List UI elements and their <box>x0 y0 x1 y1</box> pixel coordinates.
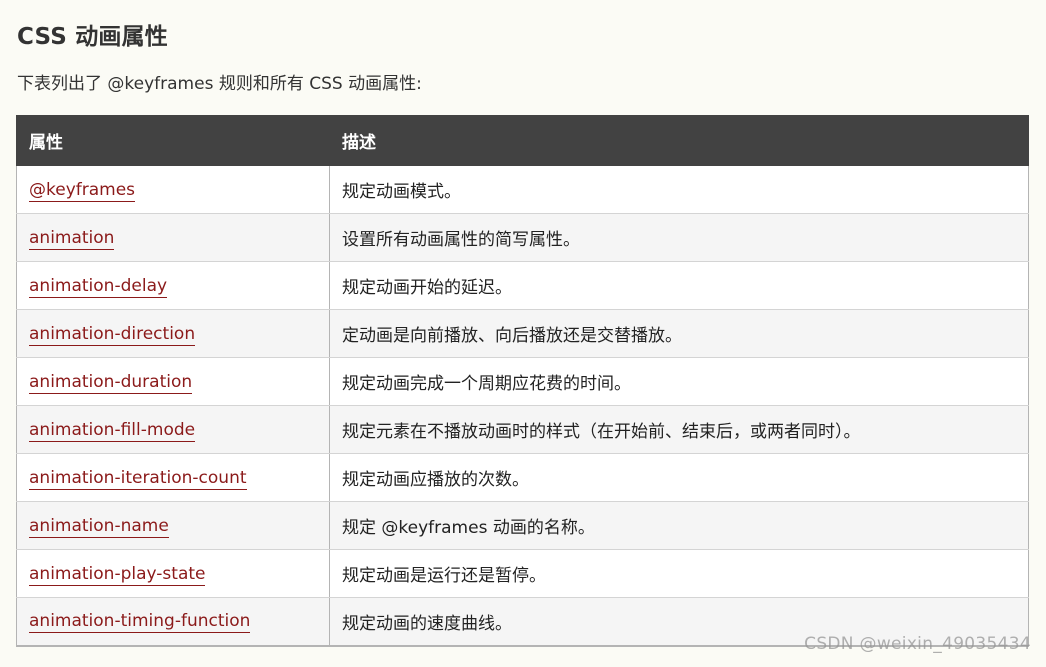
table-row: animation-name 规定 @keyframes 动画的名称。 <box>16 501 1029 550</box>
property-cell: animation-name <box>16 501 330 550</box>
property-link-animation-name[interactable]: animation-name <box>29 515 169 538</box>
header-property: 属性 <box>16 115 330 166</box>
table-row: animation-duration 规定动画完成一个周期应花费的时间。 <box>16 357 1029 406</box>
property-cell: animation-timing-function <box>16 597 330 647</box>
table-row: animation-delay 规定动画开始的延迟。 <box>16 261 1029 310</box>
property-link-animation-play-state[interactable]: animation-play-state <box>29 563 206 586</box>
header-description: 描述 <box>329 115 1029 166</box>
property-link-animation-duration[interactable]: animation-duration <box>29 371 193 394</box>
description-cell: 规定动画模式。 <box>329 165 1029 214</box>
table-row: animation-iteration-count 规定动画应播放的次数。 <box>16 453 1029 502</box>
property-cell: animation <box>16 213 330 262</box>
animation-properties-table: 属性 描述 @keyframes 规定动画模式。 animation 设置所有动… <box>16 115 1029 647</box>
table-row: animation-play-state 规定动画是运行还是暂停。 <box>16 549 1029 598</box>
property-link-animation-direction[interactable]: animation-direction <box>29 323 196 346</box>
table-row: animation-direction 定动画是向前播放、向后播放还是交替播放。 <box>16 309 1029 358</box>
page: CSS 动画属性 下表列出了 @keyframes 规则和所有 CSS 动画属性… <box>0 0 1046 667</box>
table-row: @keyframes 规定动画模式。 <box>16 165 1029 214</box>
description-cell: 规定动画应播放的次数。 <box>329 453 1029 502</box>
description-cell: 规定动画是运行还是暂停。 <box>329 549 1029 598</box>
property-link-animation-delay[interactable]: animation-delay <box>29 275 168 298</box>
intro-text: 下表列出了 @keyframes 规则和所有 CSS 动画属性: <box>17 74 422 94</box>
property-cell: animation-delay <box>16 261 330 310</box>
description-cell: 定动画是向前播放、向后播放还是交替播放。 <box>329 309 1029 358</box>
description-cell: 规定动画完成一个周期应花费的时间。 <box>329 357 1029 406</box>
property-link-animation-iteration-count[interactable]: animation-iteration-count <box>29 467 247 490</box>
csdn-watermark: CSDN @weixin_49035434 <box>804 634 1031 654</box>
property-link-animation-timing-function[interactable]: animation-timing-function <box>29 611 251 634</box>
property-cell: animation-fill-mode <box>16 405 330 454</box>
description-cell: 设置所有动画属性的简写属性。 <box>329 213 1029 262</box>
description-cell: 规定动画开始的延迟。 <box>329 261 1029 310</box>
table-row: animation-fill-mode 规定元素在不播放动画时的样式（在开始前、… <box>16 405 1029 454</box>
property-link-keyframes[interactable]: @keyframes <box>29 179 136 202</box>
property-cell: @keyframes <box>16 165 330 214</box>
property-cell: animation-duration <box>16 357 330 406</box>
property-link-animation-fill-mode[interactable]: animation-fill-mode <box>29 419 196 442</box>
property-cell: animation-direction <box>16 309 330 358</box>
section-heading: CSS 动画属性 <box>17 24 169 50</box>
property-cell: animation-iteration-count <box>16 453 330 502</box>
table-header-row: 属性 描述 <box>16 115 1029 166</box>
property-cell: animation-play-state <box>16 549 330 598</box>
property-link-animation[interactable]: animation <box>29 227 115 250</box>
description-cell: 规定元素在不播放动画时的样式（在开始前、结束后，或两者同时）。 <box>329 405 1029 454</box>
description-cell: 规定 @keyframes 动画的名称。 <box>329 501 1029 550</box>
table-row: animation 设置所有动画属性的简写属性。 <box>16 213 1029 262</box>
table-body: @keyframes 规定动画模式。 animation 设置所有动画属性的简写… <box>16 165 1029 647</box>
